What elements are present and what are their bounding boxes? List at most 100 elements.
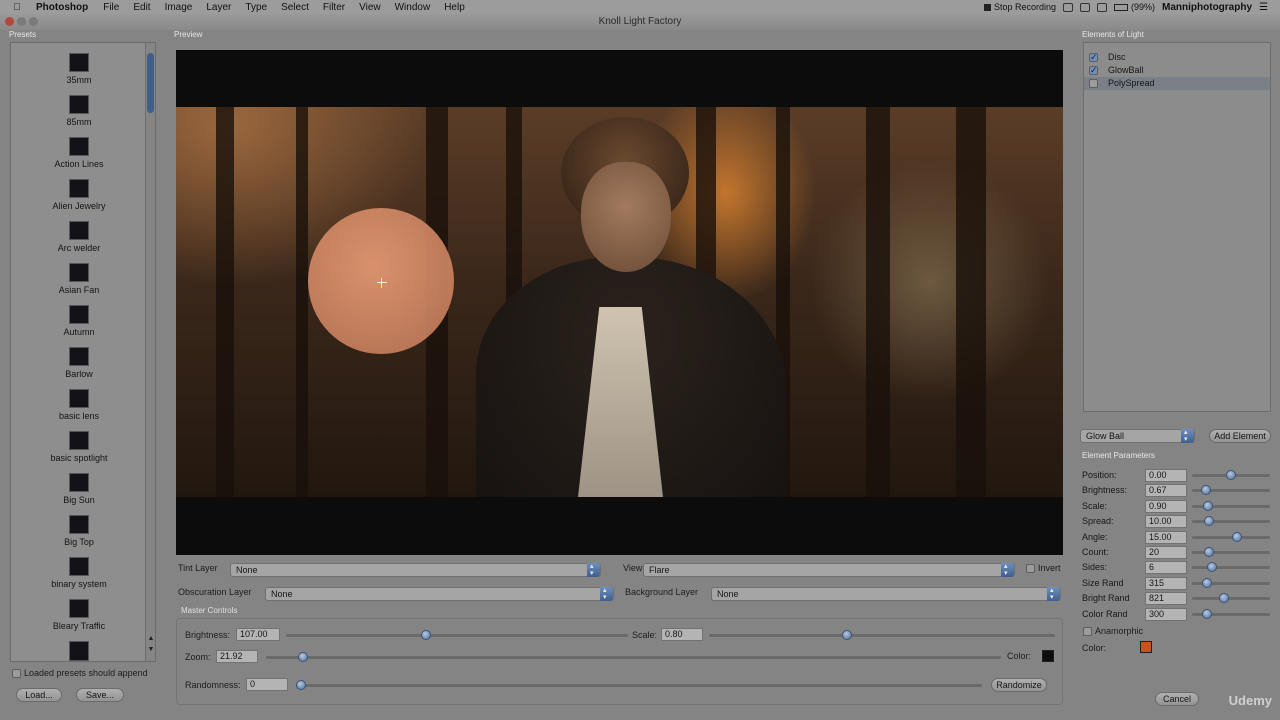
- parameter-knob[interactable]: [1201, 485, 1212, 496]
- app-menu[interactable]: Photoshop: [24, 2, 96, 13]
- master-color-swatch[interactable]: [1042, 650, 1054, 662]
- master-brightness-input[interactable]: 107.00: [236, 628, 280, 641]
- background-layer-select[interactable]: None: [711, 585, 1061, 604]
- elements-list[interactable]: Disc GlowBall PolySpread: [1083, 42, 1271, 412]
- parameter-track[interactable]: [1192, 577, 1270, 588]
- parameter-knob[interactable]: [1202, 500, 1213, 511]
- master-scale-input[interactable]: 0.80: [661, 628, 703, 641]
- parameter-input[interactable]: 0.00: [1145, 469, 1187, 482]
- preset-item[interactable]: Bleary Traffic: [11, 589, 147, 631]
- master-zoom-knob[interactable]: [297, 652, 308, 662]
- minimize-window-button[interactable]: [17, 17, 26, 26]
- menu-edit[interactable]: Edit: [126, 2, 157, 13]
- parameter-input[interactable]: 0.90: [1145, 499, 1187, 513]
- presets-scroll-thumb[interactable]: [147, 53, 154, 113]
- parameter-knob[interactable]: [1226, 470, 1236, 480]
- menu-help[interactable]: Help: [437, 2, 472, 13]
- parameter-knob[interactable]: [1207, 562, 1218, 573]
- randomize-button[interactable]: Randomize: [991, 678, 1047, 692]
- battery-status[interactable]: (99%): [1114, 2, 1155, 12]
- parameter-input[interactable]: 10.00: [1145, 515, 1187, 529]
- parameter-track[interactable]: [1192, 531, 1270, 542]
- preview-photo[interactable]: [176, 107, 1063, 497]
- add-element-button[interactable]: Add Element: [1209, 429, 1271, 443]
- presets-scrollbar[interactable]: ▲ ▼: [145, 43, 155, 661]
- randomness-knob[interactable]: [296, 680, 306, 690]
- parameter-track[interactable]: [1192, 608, 1270, 619]
- parameter-input[interactable]: 6: [1145, 561, 1187, 575]
- master-scale-track[interactable]: [709, 630, 1055, 640]
- scroll-down-icon[interactable]: ▼: [147, 646, 155, 653]
- parameter-knob[interactable]: [1232, 531, 1243, 542]
- preset-item[interactable]: [11, 631, 147, 661]
- zoom-window-button[interactable]: [29, 17, 38, 26]
- append-presets-checkbox[interactable]: [12, 669, 21, 678]
- anamorphic-checkbox[interactable]: [1083, 627, 1092, 636]
- parameter-input[interactable]: 821: [1145, 592, 1187, 606]
- preset-list[interactable]: 35mm 85mm Action Lines Alien Jewelry Arc wel…: [11, 43, 147, 661]
- parameter-knob[interactable]: [1204, 516, 1215, 527]
- parameter-track[interactable]: [1192, 547, 1270, 557]
- menu-select[interactable]: Select: [274, 2, 316, 13]
- parameter-track[interactable]: [1192, 500, 1270, 511]
- parameter-input[interactable]: 300: [1145, 607, 1187, 621]
- preset-item[interactable]: Big Sun: [11, 463, 147, 505]
- tint-layer-select[interactable]: None: [230, 561, 601, 580]
- randomness-input[interactable]: 0: [246, 678, 288, 691]
- parameter-track[interactable]: [1192, 562, 1270, 573]
- preset-item[interactable]: basic lens: [11, 379, 147, 421]
- parameter-track[interactable]: [1192, 470, 1270, 480]
- randomness-track[interactable]: [296, 680, 982, 690]
- element-disc[interactable]: Disc: [1084, 51, 1270, 64]
- element-polyspread[interactable]: PolySpread: [1084, 77, 1270, 90]
- user-name[interactable]: Manniphotography: [1162, 2, 1252, 13]
- parameter-knob[interactable]: [1204, 547, 1215, 557]
- view-select[interactable]: Flare: [643, 561, 1015, 580]
- crosshair-icon[interactable]: [377, 278, 387, 288]
- save-button[interactable]: Save...: [76, 688, 124, 702]
- preset-item[interactable]: Big Top: [11, 505, 147, 547]
- parameter-knob[interactable]: [1218, 593, 1229, 604]
- wifi-icon[interactable]: [1097, 2, 1108, 12]
- menu-file[interactable]: File: [96, 2, 126, 13]
- parameter-knob[interactable]: [1201, 577, 1212, 588]
- preset-item[interactable]: 35mm: [11, 43, 147, 85]
- master-zoom-track[interactable]: [266, 652, 1001, 662]
- menu-layer[interactable]: Layer: [199, 2, 238, 13]
- menu-filter[interactable]: Filter: [316, 2, 352, 13]
- scroll-up-icon[interactable]: ▲: [147, 635, 155, 642]
- preset-item[interactable]: Arc welder: [11, 211, 147, 253]
- element-color-swatch[interactable]: [1140, 641, 1152, 653]
- obscuration-layer-select[interactable]: None: [265, 585, 614, 604]
- menu-image[interactable]: Image: [158, 2, 200, 13]
- parameter-input[interactable]: 15.00: [1145, 530, 1187, 544]
- master-brightness-track[interactable]: [286, 630, 628, 640]
- parameter-input[interactable]: 315: [1145, 576, 1187, 590]
- close-window-button[interactable]: [5, 17, 14, 26]
- apple-icon[interactable]: : [10, 2, 24, 13]
- parameter-knob[interactable]: [1201, 608, 1212, 619]
- parameter-input[interactable]: 0.67: [1145, 484, 1187, 498]
- element-disc-checkbox[interactable]: [1089, 51, 1098, 64]
- menu-list-icon[interactable]: ☰: [1259, 2, 1268, 13]
- invert-checkbox[interactable]: [1026, 564, 1035, 573]
- parameter-input[interactable]: 20: [1145, 546, 1187, 559]
- preset-item[interactable]: Action Lines: [11, 127, 147, 169]
- preset-item[interactable]: basic spotlight: [11, 421, 147, 463]
- preview-area[interactable]: [176, 50, 1063, 555]
- preset-item[interactable]: 85mm: [11, 85, 147, 127]
- preset-item[interactable]: Asian Fan: [11, 253, 147, 295]
- element-type-select[interactable]: Glow Ball: [1080, 427, 1195, 446]
- preset-item[interactable]: binary system: [11, 547, 147, 589]
- parameter-track[interactable]: [1192, 516, 1270, 527]
- menu-window[interactable]: Window: [388, 2, 438, 13]
- parameter-track[interactable]: [1192, 485, 1270, 496]
- menu-type[interactable]: Type: [238, 2, 274, 13]
- tray-icon[interactable]: [1063, 2, 1074, 12]
- element-polyspread-checkbox[interactable]: [1089, 79, 1098, 88]
- stop-recording[interactable]: Stop Recording: [983, 2, 1056, 12]
- element-glowball-checkbox[interactable]: [1089, 64, 1098, 77]
- preset-item[interactable]: Barlow: [11, 337, 147, 379]
- sync-icon[interactable]: [1080, 2, 1091, 12]
- element-glowball[interactable]: GlowBall: [1084, 64, 1270, 77]
